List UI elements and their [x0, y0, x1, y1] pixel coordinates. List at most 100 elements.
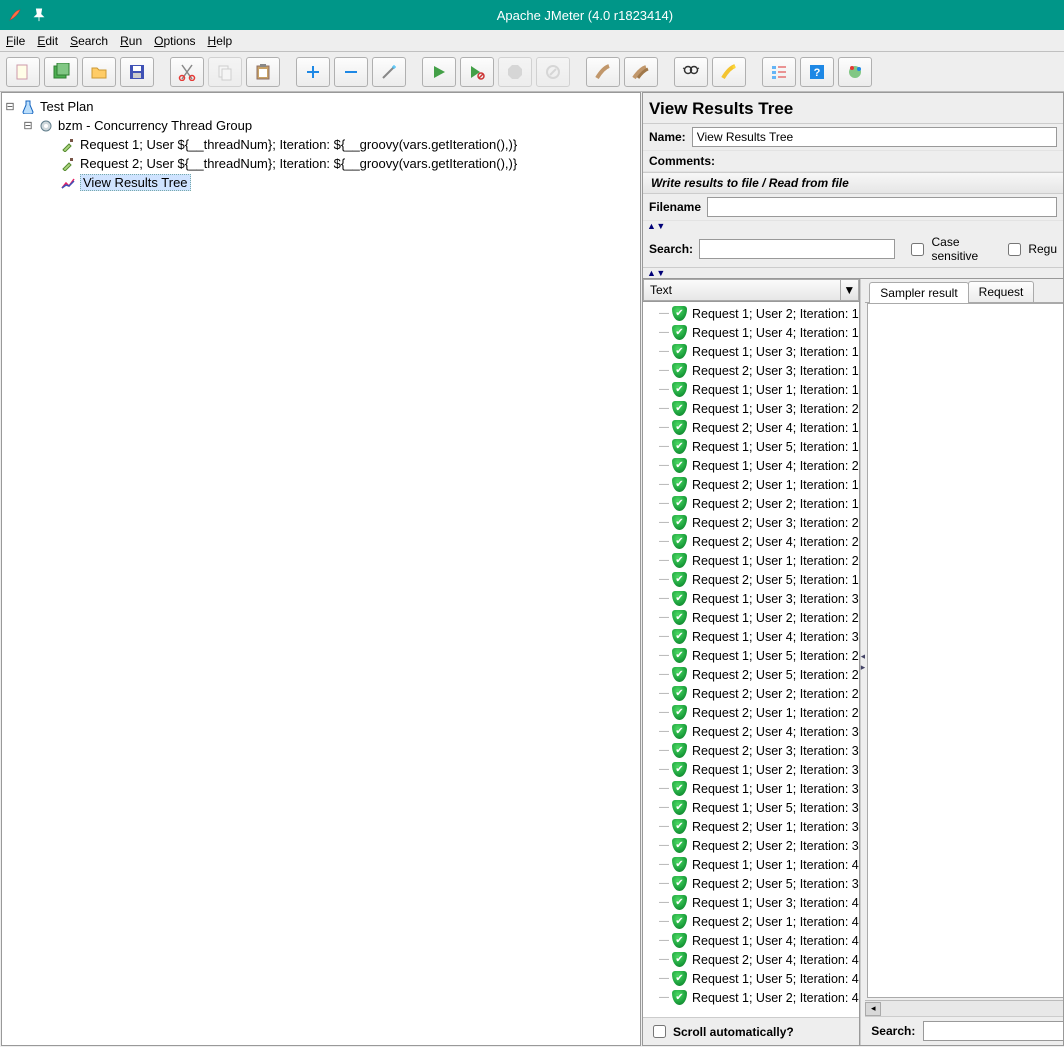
find-button[interactable] — [674, 57, 708, 87]
stop-button[interactable] — [498, 57, 532, 87]
hscroll[interactable]: ◂ — [865, 1000, 1063, 1016]
result-label: Request 1; User 3; Iteration: 3 — [692, 592, 859, 606]
collapse-icon[interactable]: ⊟ — [22, 119, 34, 132]
menu-file[interactable]: File — [6, 34, 25, 48]
result-row[interactable]: —✔Request 1; User 5; Iteration: 4 — [643, 969, 859, 988]
result-row[interactable]: —✔Request 1; User 1; Iteration: 3 — [643, 779, 859, 798]
cut-button[interactable] — [170, 57, 204, 87]
tree-node-request2[interactable]: Request 2; User ${__threadNum}; Iteratio… — [4, 154, 638, 173]
regex-checkbox[interactable]: Regu — [1004, 240, 1057, 259]
result-row[interactable]: —✔Request 2; User 3; Iteration: 3 — [643, 741, 859, 760]
result-label: Request 1; User 2; Iteration: 1 — [692, 307, 859, 321]
reset-search-button[interactable] — [712, 57, 746, 87]
results-list[interactable]: —✔Request 1; User 2; Iteration: 1—✔Reque… — [643, 302, 859, 1017]
result-row[interactable]: —✔Request 2; User 5; Iteration: 2 — [643, 665, 859, 684]
result-row[interactable]: —✔Request 1; User 3; Iteration: 2 — [643, 399, 859, 418]
result-row[interactable]: —✔Request 2; User 4; Iteration: 2 — [643, 532, 859, 551]
search-input[interactable] — [699, 239, 895, 259]
result-row[interactable]: —✔Request 1; User 1; Iteration: 1 — [643, 380, 859, 399]
result-row[interactable]: —✔Request 2; User 3; Iteration: 2 — [643, 513, 859, 532]
tree-tick-icon: — — [659, 783, 667, 794]
result-row[interactable]: —✔Request 2; User 4; Iteration: 4 — [643, 950, 859, 969]
menu-search[interactable]: Search — [70, 34, 108, 48]
result-row[interactable]: —✔Request 1; User 4; Iteration: 3 — [643, 627, 859, 646]
tree-node-threadgroup[interactable]: ⊟ bzm - Concurrency Thread Group — [4, 116, 638, 135]
dropdown-arrow-icon[interactable]: ▼ — [841, 279, 859, 301]
clear-button[interactable] — [586, 57, 620, 87]
tree-tick-icon: — — [659, 327, 667, 338]
result-row[interactable]: —✔Request 1; User 4; Iteration: 4 — [643, 931, 859, 950]
tree-node-testplan[interactable]: ⊟ Test Plan — [4, 97, 638, 116]
result-label: Request 2; User 5; Iteration: 1 — [692, 573, 859, 587]
result-row[interactable]: —✔Request 2; User 1; Iteration: 1 — [643, 475, 859, 494]
new-button[interactable] — [6, 57, 40, 87]
result-row[interactable]: —✔Request 1; User 2; Iteration: 3 — [643, 760, 859, 779]
open-button[interactable] — [82, 57, 116, 87]
result-row[interactable]: —✔Request 1; User 5; Iteration: 2 — [643, 646, 859, 665]
result-label: Request 2; User 2; Iteration: 3 — [692, 839, 859, 853]
tree-tick-icon: — — [659, 992, 667, 1003]
collapse-handle-top[interactable]: ▲ ▼ — [643, 221, 1063, 231]
result-row[interactable]: —✔Request 2; User 5; Iteration: 3 — [643, 874, 859, 893]
copy-button[interactable] — [208, 57, 242, 87]
result-row[interactable]: —✔Request 1; User 1; Iteration: 4 — [643, 855, 859, 874]
paste-button[interactable] — [246, 57, 280, 87]
result-row[interactable]: —✔Request 1; User 1; Iteration: 2 — [643, 551, 859, 570]
result-label: Request 1; User 3; Iteration: 1 — [692, 345, 859, 359]
result-row[interactable]: —✔Request 1; User 5; Iteration: 1 — [643, 437, 859, 456]
window-titlebar: Apache JMeter (4.0 r1823414) — [0, 0, 1064, 30]
function-helper-button[interactable] — [762, 57, 796, 87]
templates-button[interactable] — [44, 57, 78, 87]
result-row[interactable]: —✔Request 2; User 4; Iteration: 3 — [643, 722, 859, 741]
tree-node-viewresults[interactable]: View Results Tree — [4, 173, 638, 192]
test-plan-tree[interactable]: ⊟ Test Plan ⊟ bzm - Concurrency Thread G… — [1, 92, 641, 1046]
scroll-auto-checkbox[interactable]: Scroll automatically? — [649, 1022, 794, 1041]
detail-search-input[interactable] — [923, 1021, 1063, 1041]
result-row[interactable]: —✔Request 2; User 5; Iteration: 1 — [643, 570, 859, 589]
collapse-icon[interactable]: ⊟ — [4, 100, 16, 113]
shutdown-button[interactable] — [536, 57, 570, 87]
clear-all-button[interactable] — [624, 57, 658, 87]
help-button[interactable]: ? — [800, 57, 834, 87]
result-row[interactable]: —✔Request 1; User 4; Iteration: 1 — [643, 323, 859, 342]
name-input[interactable] — [692, 127, 1057, 147]
result-row[interactable]: —✔Request 1; User 2; Iteration: 1 — [643, 304, 859, 323]
tab-sampler-result[interactable]: Sampler result — [869, 282, 968, 303]
result-row[interactable]: —✔Request 2; User 4; Iteration: 1 — [643, 418, 859, 437]
save-button[interactable] — [120, 57, 154, 87]
pin-icon[interactable] — [32, 8, 46, 22]
filename-input[interactable] — [707, 197, 1057, 217]
success-shield-icon: ✔ — [672, 591, 687, 606]
result-row[interactable]: —✔Request 1; User 2; Iteration: 2 — [643, 608, 859, 627]
menu-help[interactable]: Help — [208, 34, 233, 48]
result-row[interactable]: —✔Request 1; User 4; Iteration: 2 — [643, 456, 859, 475]
remove-button[interactable] — [334, 57, 368, 87]
about-button[interactable] — [838, 57, 872, 87]
result-row[interactable]: —✔Request 1; User 3; Iteration: 1 — [643, 342, 859, 361]
menu-edit[interactable]: Edit — [37, 34, 58, 48]
result-row[interactable]: —✔Request 2; User 1; Iteration: 3 — [643, 817, 859, 836]
tab-request[interactable]: Request — [968, 281, 1035, 302]
result-row[interactable]: —✔Request 2; User 1; Iteration: 4 — [643, 912, 859, 931]
wand-button[interactable] — [372, 57, 406, 87]
collapse-handle-mid[interactable]: ▲ ▼ — [643, 268, 1063, 278]
menu-run[interactable]: Run — [120, 34, 142, 48]
renderer-dropdown[interactable]: Text — [643, 279, 841, 301]
result-row[interactable]: —✔Request 2; User 2; Iteration: 1 — [643, 494, 859, 513]
result-row[interactable]: —✔Request 1; User 3; Iteration: 3 — [643, 589, 859, 608]
svg-text:?: ? — [814, 67, 821, 79]
menu-options[interactable]: Options — [154, 34, 195, 48]
case-sensitive-checkbox[interactable]: Case sensitive — [907, 235, 998, 263]
start-no-pause-button[interactable] — [460, 57, 494, 87]
result-row[interactable]: —✔Request 1; User 2; Iteration: 4 — [643, 988, 859, 1007]
result-row[interactable]: —✔Request 2; User 1; Iteration: 2 — [643, 703, 859, 722]
add-button[interactable] — [296, 57, 330, 87]
result-row[interactable]: —✔Request 2; User 2; Iteration: 2 — [643, 684, 859, 703]
result-row[interactable]: —✔Request 2; User 2; Iteration: 3 — [643, 836, 859, 855]
tree-node-request1[interactable]: Request 1; User ${__threadNum}; Iteratio… — [4, 135, 638, 154]
scroll-left-icon[interactable]: ◂ — [865, 1002, 881, 1016]
result-row[interactable]: —✔Request 2; User 3; Iteration: 1 — [643, 361, 859, 380]
start-button[interactable] — [422, 57, 456, 87]
result-row[interactable]: —✔Request 1; User 5; Iteration: 3 — [643, 798, 859, 817]
result-row[interactable]: —✔Request 1; User 3; Iteration: 4 — [643, 893, 859, 912]
